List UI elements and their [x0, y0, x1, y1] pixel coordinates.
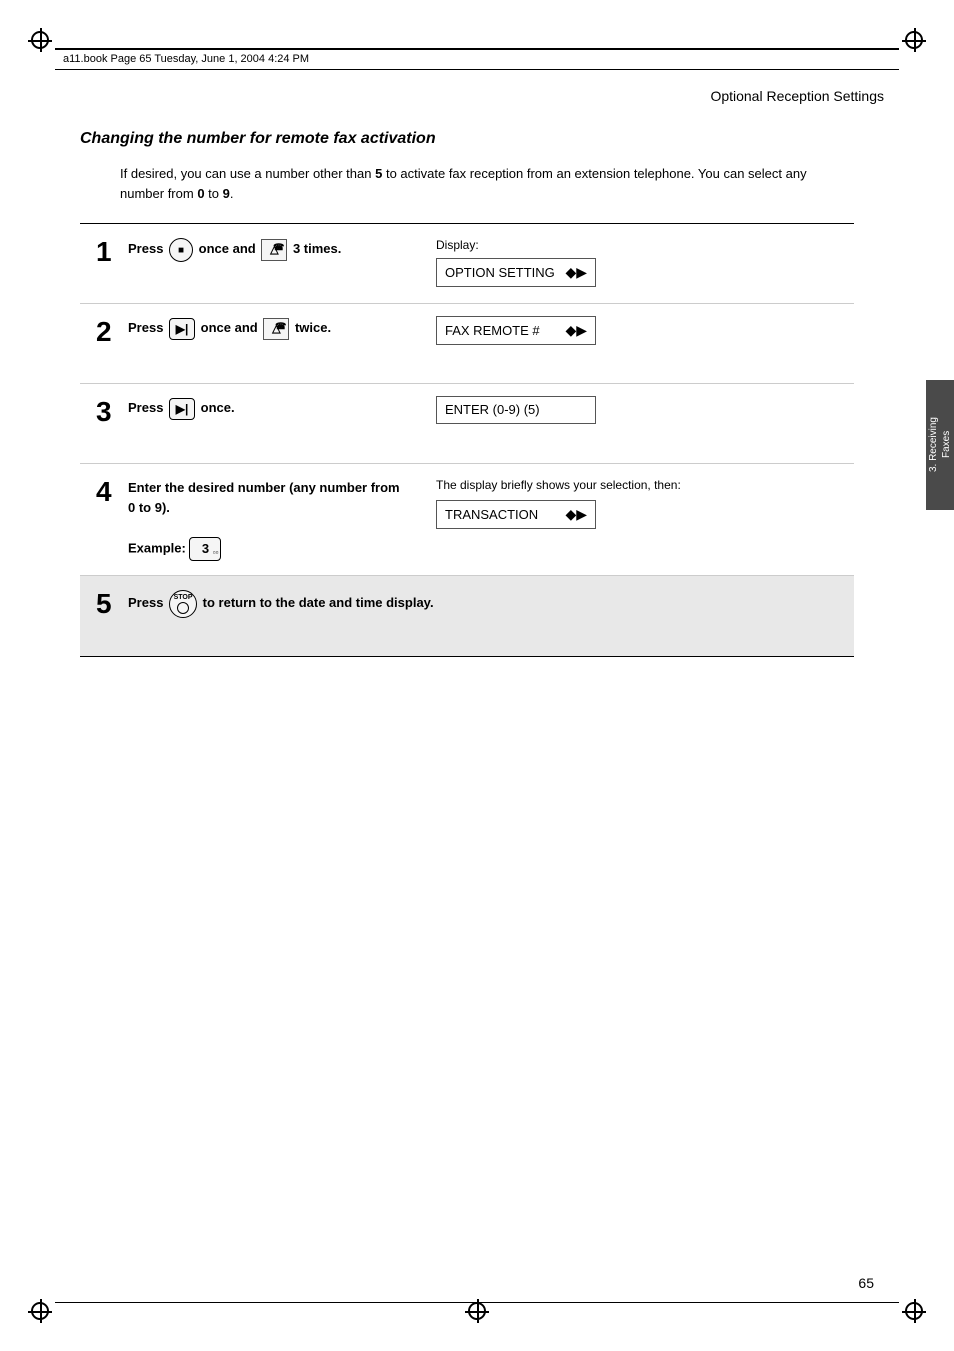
- header-file-info: a11.book Page 65 Tuesday, June 1, 2004 4…: [63, 53, 309, 65]
- side-tab-text: 3. Receiving Faxes: [927, 417, 953, 472]
- step-row-4: 4 Enter the desired number (any number f…: [80, 464, 854, 576]
- lcd-arrows-1: ◆▶: [565, 262, 587, 283]
- lcd-display-2: FAX REMOTE # ◆▶: [436, 316, 596, 345]
- reg-mark-top-right: [902, 28, 926, 52]
- step-4-number: 4: [96, 478, 118, 506]
- step-2-content: Press ▶| once and △☎ twice.: [128, 318, 331, 340]
- step-4-right: The display briefly shows your selection…: [420, 464, 854, 575]
- steps-table: 1 Press ■ once and △☎ 3 times. Display: …: [80, 223, 854, 657]
- lcd-display-1: OPTION SETTING ◆▶: [436, 258, 596, 287]
- step-4-left: 4 Enter the desired number (any number f…: [80, 464, 420, 575]
- step-2-left: 2 Press ▶| once and △☎ twice.: [80, 304, 420, 383]
- step-5-left: 5 Press STOP to return to the date and t…: [80, 576, 854, 656]
- lcd-arrows-2: ◆▶: [565, 320, 587, 341]
- lcd-display-3: ENTER (0-9) (5): [436, 396, 596, 424]
- display-label-1: Display:: [436, 236, 838, 254]
- stop-button-icon: STOP: [169, 590, 197, 618]
- step-4-display-note: The display briefly shows your selection…: [436, 476, 838, 494]
- step-4-content: Enter the desired number (any number fro…: [128, 478, 404, 561]
- reg-mark-bottom-right: [902, 1299, 926, 1323]
- step-1-number: 1: [96, 238, 118, 266]
- step-3-content: Press ▶| once.: [128, 398, 235, 420]
- step-row-3: 3 Press ▶| once. ENTER (0-9) (5): [80, 384, 854, 464]
- step-row-2: 2 Press ▶| once and △☎ twice. FAX REMOTE…: [80, 304, 854, 384]
- step-row-5: 5 Press STOP to return to the date and t…: [80, 576, 854, 656]
- step-2-number: 2: [96, 318, 118, 346]
- step-2-right: FAX REMOTE # ◆▶: [420, 304, 854, 383]
- example-key-3: 3▫▫: [189, 537, 221, 561]
- select-button-icon: ▶|: [169, 398, 195, 420]
- step-3-right: ENTER (0-9) (5): [420, 384, 854, 463]
- header-strip: a11.book Page 65 Tuesday, June 1, 2004 4…: [55, 48, 899, 70]
- step-5-content: Press STOP to return to the date and tim…: [128, 590, 434, 618]
- arrow-up-icon-2: △☎: [263, 318, 289, 340]
- step-row-1: 1 Press ■ once and △☎ 3 times. Display: …: [80, 224, 854, 304]
- step-5-number: 5: [96, 590, 118, 618]
- arrow-up-icon-1: △☎: [261, 239, 287, 261]
- page-number: 65: [858, 1275, 874, 1291]
- page-title: Optional Reception Settings: [710, 88, 884, 104]
- step-3-left: 3 Press ▶| once.: [80, 384, 420, 463]
- reg-mark-bottom-left: [28, 1299, 52, 1323]
- step-1-left: 1 Press ■ once and △☎ 3 times.: [80, 224, 420, 303]
- section-heading: Changing the number for remote fax activ…: [80, 130, 854, 148]
- side-tab: 3. Receiving Faxes: [926, 380, 954, 510]
- lcd-display-4: TRANSACTION ◆▶: [436, 500, 596, 529]
- step-1-right: Display: OPTION SETTING ◆▶: [420, 224, 854, 303]
- step-1-content: Press ■ once and △☎ 3 times.: [128, 238, 341, 262]
- main-content: Changing the number for remote fax activ…: [80, 110, 854, 657]
- reg-mark-top-left: [28, 28, 52, 52]
- bottom-border-line: [55, 1302, 899, 1304]
- intro-paragraph: If desired, you can use a number other t…: [120, 164, 854, 203]
- lcd-arrows-4: ◆▶: [565, 504, 587, 525]
- next-button-icon: ▶|: [169, 318, 195, 340]
- menu-button-icon: ■: [169, 238, 193, 262]
- step-3-number: 3: [96, 398, 118, 426]
